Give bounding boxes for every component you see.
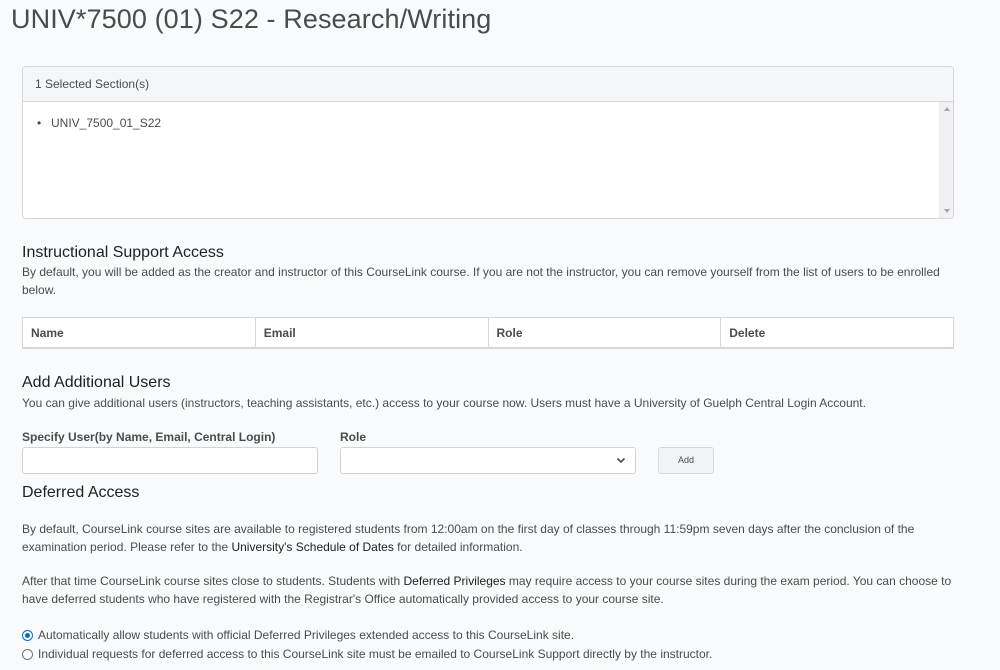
instructional-support-heading: Instructional Support Access (22, 244, 224, 261)
schedule-of-dates-link[interactable]: University's Schedule of Dates (231, 540, 393, 554)
deferred-option-label: Individual requests for deferred access … (38, 647, 713, 661)
scroll-up-icon[interactable] (944, 107, 950, 111)
instructional-support-description: By default, you will be added as the cre… (22, 265, 940, 297)
deferred-text: After that time CourseLink course sites … (22, 574, 404, 588)
chevron-down-icon (616, 454, 626, 468)
column-header-delete: Delete (729, 326, 766, 340)
role-label: Role (340, 430, 367, 444)
bullet-icon: • (37, 116, 42, 130)
deferred-text: for detailed information. (393, 540, 523, 554)
add-users-description: You can give additional users (instructo… (22, 396, 866, 410)
deferred-option-manual[interactable]: Individual requests for deferred access … (22, 647, 712, 661)
specify-user-input[interactable] (22, 447, 318, 474)
section-code: UNIV_7500_01_S22 (51, 116, 162, 130)
column-header-role: Role (489, 318, 722, 347)
column-header-email: Email (256, 318, 489, 347)
page-title: UNIV*7500 (01) S22 - Research/Writing (11, 4, 492, 34)
scrollbar[interactable] (939, 102, 953, 218)
radio-button-checked[interactable] (22, 629, 33, 641)
role-select[interactable] (340, 447, 636, 474)
users-table: Name Email Role Delete (22, 317, 954, 349)
radio-button[interactable] (22, 648, 33, 660)
column-header-name: Name (23, 318, 256, 347)
selected-sections-header: 1 Selected Section(s) (23, 67, 953, 102)
deferred-privileges-link[interactable]: Deferred Privileges (404, 574, 506, 588)
deferred-option-automatic[interactable]: Automatically allow students with offici… (22, 628, 574, 642)
selected-sections-list: • UNIV_7500_01_S22 (23, 102, 953, 130)
selected-sections-panel: 1 Selected Section(s) • UNIV_7500_01_S22 (22, 66, 954, 219)
list-item: • UNIV_7500_01_S22 (37, 116, 953, 130)
add-user-button[interactable]: Add (658, 447, 714, 474)
scroll-down-icon[interactable] (944, 209, 950, 213)
deferred-description-1: By default, CourseLink course sites are … (22, 520, 952, 556)
deferred-option-label: Automatically allow students with offici… (38, 628, 575, 642)
add-users-heading: Add Additional Users (22, 374, 171, 391)
deferred-access-heading: Deferred Access (22, 484, 140, 501)
specify-user-label: Specify User(by Name, Email, Central Log… (22, 430, 276, 444)
deferred-description-2: After that time CourseLink course sites … (22, 572, 952, 608)
